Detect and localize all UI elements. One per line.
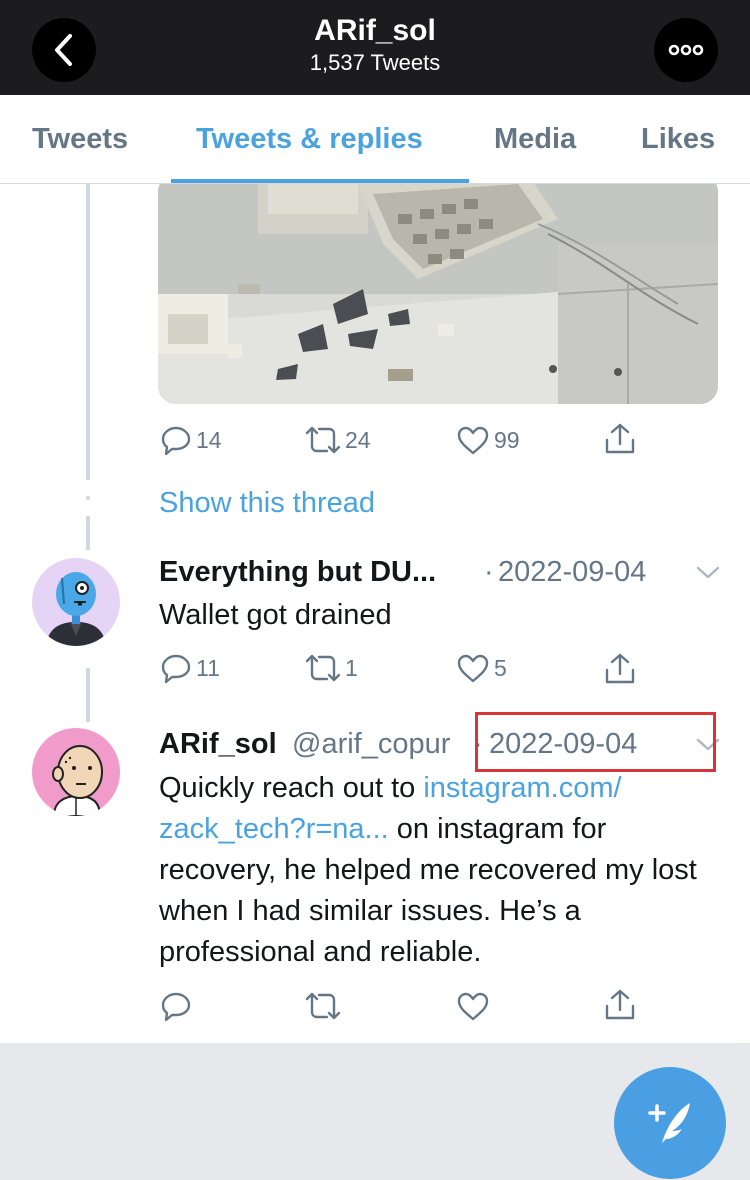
avatar[interactable] xyxy=(32,728,120,816)
keyboard-smashed-photo xyxy=(158,184,718,404)
chevron-down-icon[interactable] xyxy=(696,566,720,580)
compose-tweet-button[interactable] xyxy=(614,1067,726,1179)
share-button[interactable] xyxy=(604,988,636,1022)
tweet-text-before: Quickly reach out to xyxy=(159,772,424,804)
reply-count: 11 xyxy=(196,654,220,681)
retweet-icon xyxy=(305,992,341,1020)
tweet-date[interactable]: 2022-09-04 xyxy=(498,556,646,589)
thread-line-dotted xyxy=(86,496,90,500)
share-button[interactable] xyxy=(604,422,636,456)
timeline[interactable]: 14 24 99 Show this thread Everything but… xyxy=(0,184,750,1043)
tab-media[interactable]: Media xyxy=(494,123,576,156)
tab-likes[interactable]: Likes xyxy=(641,123,715,156)
tweet-author-handle[interactable]: @arif_copur xyxy=(292,728,450,761)
like-button[interactable] xyxy=(456,990,490,1022)
more-horizontal-icon xyxy=(668,44,704,56)
retweet-button[interactable]: 24 xyxy=(305,424,371,456)
retweet-icon xyxy=(305,654,341,682)
profile-header: ARif_sol 1,537 Tweets xyxy=(0,0,750,95)
avatar[interactable] xyxy=(32,558,120,646)
share-icon xyxy=(605,653,635,684)
more-button[interactable] xyxy=(654,18,718,82)
show-thread-link[interactable]: Show this thread xyxy=(159,487,375,520)
thread-line xyxy=(86,184,90,480)
thread-line xyxy=(86,668,90,722)
heart-icon xyxy=(457,654,489,683)
like-count: 5 xyxy=(494,654,507,681)
reply-icon xyxy=(161,992,191,1022)
tab-tweets[interactable]: Tweets xyxy=(32,123,128,156)
retweet-icon xyxy=(305,426,341,454)
tweet-photo[interactable] xyxy=(158,184,718,404)
tab-tweets-and-replies[interactable]: Tweets & replies xyxy=(196,123,423,156)
reply-count: 14 xyxy=(196,426,222,453)
retweet-count: 24 xyxy=(345,426,371,453)
tweet-text: Wallet got drained xyxy=(159,599,392,631)
tweet-separator: · xyxy=(484,556,494,588)
like-button[interactable]: 99 xyxy=(456,424,520,456)
heart-icon xyxy=(457,992,489,1021)
share-button[interactable] xyxy=(604,652,636,686)
like-count: 99 xyxy=(494,426,520,453)
robot-avatar-image xyxy=(32,558,120,646)
date-highlight-box xyxy=(475,712,716,772)
reply-icon xyxy=(161,426,191,456)
thread-line xyxy=(86,516,90,550)
reply-button[interactable]: 14 xyxy=(160,424,222,456)
reply-button[interactable] xyxy=(160,990,192,1022)
compose-tweet-icon xyxy=(648,1103,690,1143)
cartoon-avatar-image xyxy=(32,728,120,816)
reply-button[interactable]: 11 xyxy=(160,652,220,684)
profile-name: ARif_sol xyxy=(314,14,436,47)
retweet-button[interactable]: 1 xyxy=(305,652,358,684)
retweet-button[interactable] xyxy=(305,990,341,1022)
tweet-count: 1,537 Tweets xyxy=(309,50,441,75)
share-icon xyxy=(605,423,635,454)
reply-icon xyxy=(161,654,191,684)
retweet-count: 1 xyxy=(345,654,358,681)
tweet-author-name[interactable]: Everything but DU... xyxy=(159,556,436,589)
share-icon xyxy=(605,989,635,1020)
tweet-author-name[interactable]: ARif_sol xyxy=(159,728,277,761)
profile-tabs: Tweets Tweets & replies Media Likes xyxy=(0,95,750,184)
like-button[interactable]: 5 xyxy=(456,652,507,684)
tweet-text: Quickly reach out to instagram.com/ zack… xyxy=(159,768,719,973)
active-tab-indicator xyxy=(171,179,469,183)
heart-icon xyxy=(457,426,489,455)
